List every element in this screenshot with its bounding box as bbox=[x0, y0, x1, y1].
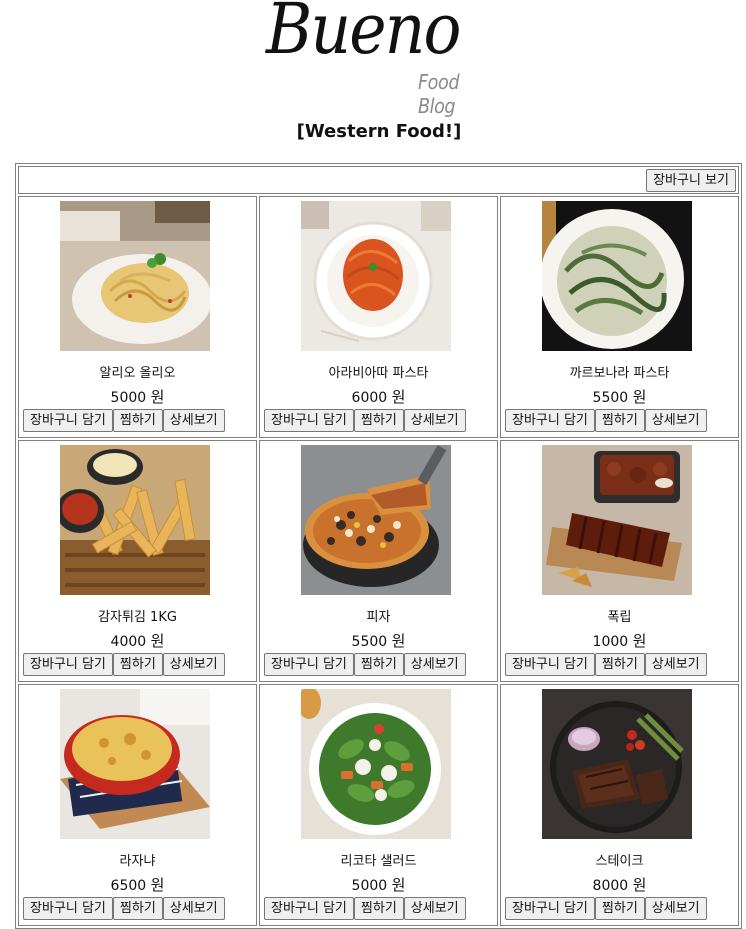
category-title: [Western Food!] bbox=[296, 121, 462, 142]
product-price: 5500 원 bbox=[260, 630, 497, 651]
price-value: 4000 bbox=[110, 634, 147, 650]
product-price: 5000 원 bbox=[260, 874, 497, 895]
add-to-cart-button[interactable]: 장바구니 담기 bbox=[505, 409, 595, 432]
product-actions: 장바구니 담기 찜하기 상세보기 bbox=[264, 653, 466, 676]
pork-ribs-image[interactable] bbox=[542, 445, 692, 595]
product-card: 피자 5500 원 장바구니 담기 찜하기 상세보기 bbox=[259, 440, 498, 682]
product-name: 폭립 bbox=[607, 610, 632, 625]
logo-subtitle: Food Blog bbox=[418, 70, 460, 118]
price-value: 5000 bbox=[110, 390, 147, 406]
product-card: 폭립 1000 원 장바구니 담기 찜하기 상세보기 bbox=[500, 440, 739, 682]
product-card: 스테이크 8000 원 장바구니 담기 찜하기 상세보기 bbox=[500, 684, 739, 926]
view-cart-button[interactable]: 장바구니 보기 bbox=[646, 169, 736, 192]
price-unit: 원 bbox=[632, 388, 647, 406]
product-card: 감자튀김 1KG 4000 원 장바구니 담기 찜하기 상세보기 bbox=[18, 440, 257, 682]
price-unit: 원 bbox=[391, 388, 406, 406]
price-unit: 원 bbox=[150, 632, 165, 650]
product-price: 4000 원 bbox=[19, 630, 256, 651]
product-name: 라자냐 bbox=[119, 854, 156, 869]
blog-logo[interactable]: Bueno Food Blog bbox=[266, 0, 506, 118]
price-value: 5000 bbox=[351, 878, 388, 894]
price-value: 5500 bbox=[592, 390, 629, 406]
add-to-cart-button[interactable]: 장바구니 담기 bbox=[23, 653, 113, 676]
product-card: 아라비아따 파스타 6000 원 장바구니 담기 찜하기 상세보기 bbox=[259, 196, 498, 438]
product-grid: 알리오 올리오 5000 원 장바구니 담기 찜하기 상세보기 아라비아따 파스… bbox=[18, 196, 739, 926]
product-name: 스테이크 bbox=[595, 854, 644, 869]
product-card: 알리오 올리오 5000 원 장바구니 담기 찜하기 상세보기 bbox=[18, 196, 257, 438]
details-button[interactable]: 상세보기 bbox=[403, 897, 466, 920]
lasagna-image[interactable] bbox=[60, 689, 210, 839]
product-actions: 장바구니 담기 찜하기 상세보기 bbox=[505, 897, 707, 920]
details-button[interactable]: 상세보기 bbox=[162, 653, 225, 676]
wishlist-button[interactable]: 찜하기 bbox=[112, 653, 163, 676]
details-button[interactable]: 상세보기 bbox=[644, 409, 707, 432]
product-actions: 장바구니 담기 찜하기 상세보기 bbox=[505, 409, 707, 432]
details-button[interactable]: 상세보기 bbox=[644, 897, 707, 920]
add-to-cart-button[interactable]: 장바구니 담기 bbox=[505, 897, 595, 920]
product-actions: 장바구니 담기 찜하기 상세보기 bbox=[264, 897, 466, 920]
details-button[interactable]: 상세보기 bbox=[403, 653, 466, 676]
aglio-olio-pasta-image[interactable] bbox=[60, 201, 210, 351]
price-unit: 원 bbox=[391, 632, 406, 650]
product-table: 장바구니 보기 알리오 올리오 5000 원 장바구니 담기 찜하기 상세보기 … bbox=[15, 163, 742, 929]
product-card: 리코타 샐러드 5000 원 장바구니 담기 찜하기 상세보기 bbox=[259, 684, 498, 926]
product-name: 리코타 샐러드 bbox=[340, 854, 417, 869]
product-card: 라자냐 6500 원 장바구니 담기 찜하기 상세보기 bbox=[18, 684, 257, 926]
product-price: 5500 원 bbox=[501, 386, 738, 407]
product-price: 8000 원 bbox=[501, 874, 738, 895]
product-name: 감자튀김 1KG bbox=[98, 610, 177, 625]
product-name: 알리오 올리오 bbox=[99, 366, 176, 381]
product-name: 아라비아따 파스타 bbox=[328, 366, 429, 381]
ricotta-salad-image[interactable] bbox=[301, 689, 451, 839]
add-to-cart-button[interactable]: 장바구니 담기 bbox=[264, 897, 354, 920]
pizza-image[interactable] bbox=[301, 445, 451, 595]
price-value: 6500 bbox=[110, 878, 147, 894]
price-value: 1000 bbox=[592, 634, 629, 650]
details-button[interactable]: 상세보기 bbox=[162, 897, 225, 920]
price-unit: 원 bbox=[632, 876, 647, 894]
details-button[interactable]: 상세보기 bbox=[162, 409, 225, 432]
logo-title: Bueno bbox=[266, 0, 461, 70]
product-actions: 장바구니 담기 찜하기 상세보기 bbox=[23, 653, 225, 676]
carbonara-pasta-image[interactable] bbox=[542, 201, 692, 351]
add-to-cart-button[interactable]: 장바구니 담기 bbox=[264, 409, 354, 432]
add-to-cart-button[interactable]: 장바구니 담기 bbox=[264, 653, 354, 676]
add-to-cart-button[interactable]: 장바구니 담기 bbox=[505, 653, 595, 676]
price-value: 6000 bbox=[351, 390, 388, 406]
price-value: 8000 bbox=[592, 878, 629, 894]
wishlist-button[interactable]: 찜하기 bbox=[112, 897, 163, 920]
price-unit: 원 bbox=[391, 876, 406, 894]
product-actions: 장바구니 담기 찜하기 상세보기 bbox=[23, 897, 225, 920]
product-actions: 장바구니 담기 찜하기 상세보기 bbox=[264, 409, 466, 432]
details-button[interactable]: 상세보기 bbox=[644, 653, 707, 676]
wishlist-button[interactable]: 찜하기 bbox=[594, 897, 645, 920]
price-unit: 원 bbox=[150, 876, 165, 894]
product-price: 1000 원 bbox=[501, 630, 738, 651]
product-name: 피자 bbox=[366, 610, 391, 625]
arrabbiata-pasta-image[interactable] bbox=[301, 201, 451, 351]
wishlist-button[interactable]: 찜하기 bbox=[353, 653, 404, 676]
product-price: 6500 원 bbox=[19, 874, 256, 895]
price-unit: 원 bbox=[150, 388, 165, 406]
wishlist-button[interactable]: 찜하기 bbox=[353, 897, 404, 920]
product-actions: 장바구니 담기 찜하기 상세보기 bbox=[505, 653, 707, 676]
add-to-cart-button[interactable]: 장바구니 담기 bbox=[23, 409, 113, 432]
details-button[interactable]: 상세보기 bbox=[403, 409, 466, 432]
wishlist-button[interactable]: 찜하기 bbox=[594, 409, 645, 432]
wishlist-button[interactable]: 찜하기 bbox=[353, 409, 404, 432]
price-unit: 원 bbox=[632, 632, 647, 650]
product-price: 6000 원 bbox=[260, 386, 497, 407]
product-price: 5000 원 bbox=[19, 386, 256, 407]
wishlist-button[interactable]: 찜하기 bbox=[594, 653, 645, 676]
add-to-cart-button[interactable]: 장바구니 담기 bbox=[23, 897, 113, 920]
french-fries-image[interactable] bbox=[60, 445, 210, 595]
steak-image[interactable] bbox=[542, 689, 692, 839]
product-card: 까르보나라 파스타 5500 원 장바구니 담기 찜하기 상세보기 bbox=[500, 196, 739, 438]
product-name: 까르보나라 파스타 bbox=[569, 366, 670, 381]
product-actions: 장바구니 담기 찜하기 상세보기 bbox=[23, 409, 225, 432]
wishlist-button[interactable]: 찜하기 bbox=[112, 409, 163, 432]
price-value: 5500 bbox=[351, 634, 388, 650]
cart-toolbar: 장바구니 보기 bbox=[18, 166, 739, 194]
